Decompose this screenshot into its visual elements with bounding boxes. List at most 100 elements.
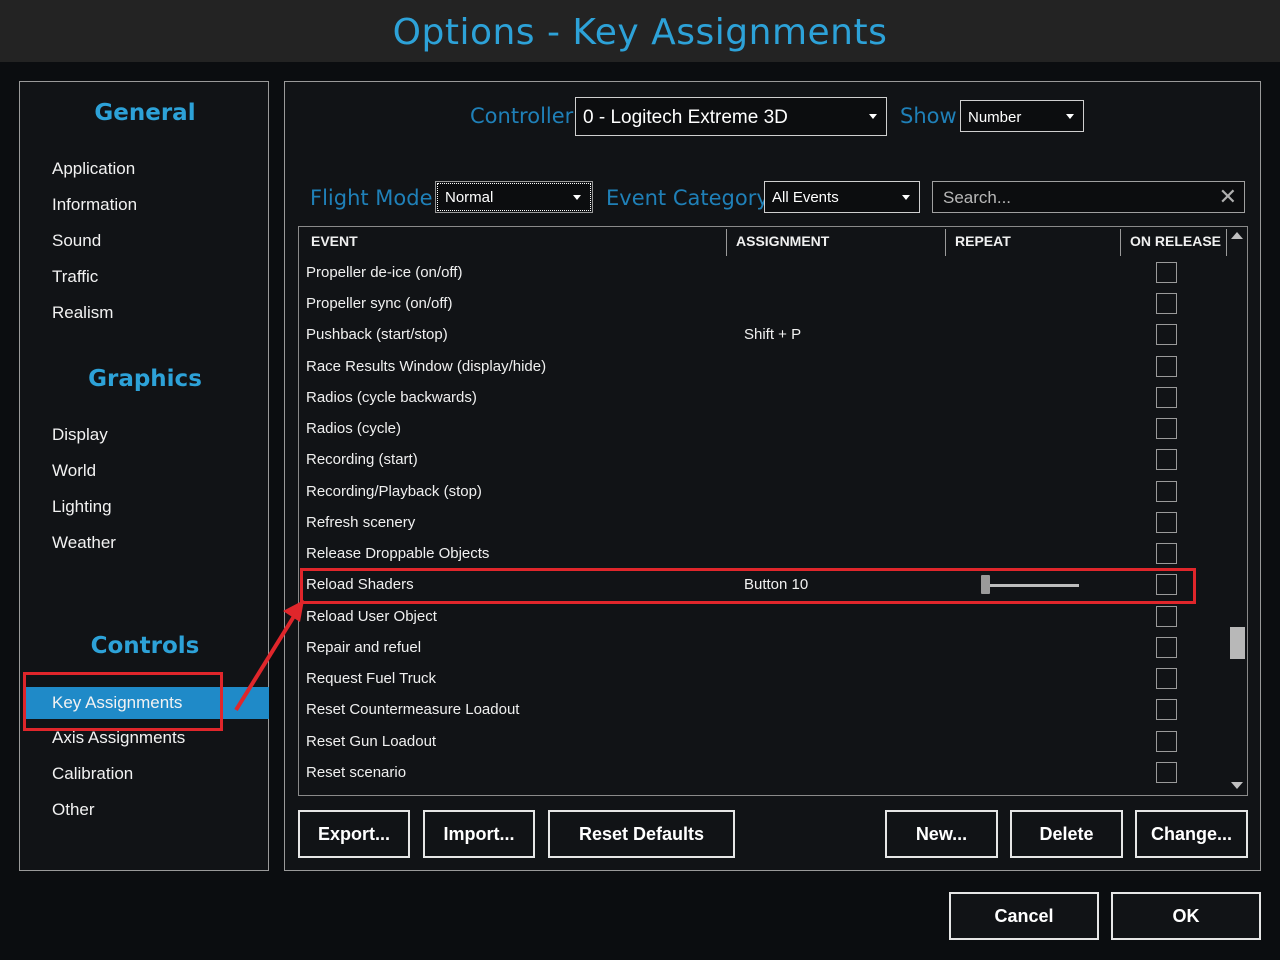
on-release-checkbox[interactable]	[1156, 293, 1177, 314]
on-release-checkbox[interactable]	[1156, 449, 1177, 470]
chevron-down-icon	[869, 114, 877, 119]
scroll-down-icon[interactable]	[1231, 782, 1243, 789]
event-name: Recording (start)	[306, 451, 418, 468]
scrollbar-thumb[interactable]	[1230, 627, 1245, 659]
column-header-repeat[interactable]: REPEAT	[955, 227, 1011, 256]
table-row[interactable]: Request Fuel Truck	[299, 664, 1229, 695]
nav-item-lighting[interactable]: Lighting	[52, 492, 112, 522]
nav-item-information[interactable]: Information	[52, 190, 137, 220]
column-divider[interactable]	[1120, 229, 1121, 256]
nav-item-other[interactable]: Other	[52, 795, 95, 825]
table-row[interactable]: Recording (start)	[299, 445, 1229, 476]
table-row[interactable]: Reload User Object	[299, 602, 1229, 633]
table-row[interactable]: Pushback (start/stop) Shift + P	[299, 320, 1229, 351]
close-icon[interactable]: ✕	[1219, 184, 1237, 210]
flight-mode-select[interactable]: Normal	[435, 181, 593, 213]
table-row[interactable]: Radios (cycle backwards)	[299, 383, 1229, 414]
show-value: Number	[968, 109, 1022, 126]
on-release-checkbox[interactable]	[1156, 324, 1177, 345]
event-name: Reload User Object	[306, 608, 437, 625]
new-button[interactable]: New...	[885, 810, 998, 858]
delete-button[interactable]: Delete	[1010, 810, 1123, 858]
table-row[interactable]: Recording/Playback (stop)	[299, 477, 1229, 508]
show-label: Show	[900, 104, 957, 128]
table-row[interactable]: Repair and refuel	[299, 633, 1229, 664]
event-name: Pushback (start/stop)	[306, 326, 448, 343]
controller-value: 0 - Logitech Extreme 3D	[583, 107, 788, 128]
title-bar: Options - Key Assignments	[0, 0, 1280, 62]
table-row[interactable]: Reset Gun Loadout	[299, 727, 1229, 758]
event-name: Refresh scenery	[306, 514, 416, 531]
cancel-button[interactable]: Cancel	[949, 892, 1099, 940]
nav-item-display[interactable]: Display	[52, 420, 108, 450]
event-name: Propeller sync (on/off)	[306, 295, 453, 312]
event-category-select[interactable]: All Events	[764, 181, 920, 213]
on-release-checkbox[interactable]	[1156, 356, 1177, 377]
nav-item-sound[interactable]: Sound	[52, 226, 101, 256]
on-release-checkbox[interactable]	[1156, 262, 1177, 283]
nav-item-realism[interactable]: Realism	[52, 298, 113, 328]
nav-item-application[interactable]: Application	[52, 154, 135, 184]
export-button[interactable]: Export...	[298, 810, 410, 858]
on-release-checkbox[interactable]	[1156, 731, 1177, 752]
nav-item-traffic[interactable]: Traffic	[52, 262, 98, 292]
nav-item-world[interactable]: World	[52, 456, 96, 486]
table-row[interactable]: Release Droppable Objects	[299, 539, 1229, 570]
chevron-down-icon	[573, 195, 581, 200]
on-release-checkbox[interactable]	[1156, 512, 1177, 533]
event-name: Release Droppable Objects	[306, 545, 490, 562]
nav-item-weather[interactable]: Weather	[52, 528, 116, 558]
table-row[interactable]: Race Results Window (display/hide)	[299, 352, 1229, 383]
event-category-label: Event Category	[606, 186, 769, 210]
controller-select[interactable]: 0 - Logitech Extreme 3D	[575, 97, 887, 136]
on-release-checkbox[interactable]	[1156, 543, 1177, 564]
section-controls: Controls	[90, 633, 200, 659]
event-name: Radios (cycle)	[306, 420, 402, 437]
ok-button[interactable]: OK	[1111, 892, 1261, 940]
column-divider[interactable]	[945, 229, 946, 256]
table-row[interactable]: Reset scenario	[299, 758, 1229, 789]
event-name: Recording/Playback (stop)	[306, 483, 482, 500]
on-release-checkbox[interactable]	[1156, 668, 1177, 689]
column-header-on-release[interactable]: ON RELEASE	[1130, 227, 1221, 256]
on-release-checkbox[interactable]	[1156, 637, 1177, 658]
event-category-value: All Events	[772, 189, 839, 206]
import-button[interactable]: Import...	[423, 810, 535, 858]
chevron-down-icon	[1066, 114, 1074, 119]
table-row[interactable]: Propeller de-ice (on/off)	[299, 258, 1229, 289]
section-graphics: Graphics	[88, 366, 202, 392]
event-name: Race Results Window (display/hide)	[306, 358, 547, 375]
annotation-box-key-assignments	[23, 672, 223, 731]
flight-mode-value: Normal	[445, 189, 494, 206]
scroll-up-icon[interactable]	[1231, 232, 1243, 239]
column-header-assignment[interactable]: ASSIGNMENT	[736, 227, 829, 256]
column-divider[interactable]	[1226, 229, 1227, 256]
reset-defaults-button[interactable]: Reset Defaults	[548, 810, 735, 858]
on-release-checkbox[interactable]	[1156, 699, 1177, 720]
show-select[interactable]: Number	[960, 100, 1084, 132]
controller-label: Controller	[470, 104, 574, 128]
table-row[interactable]: Radios (cycle)	[299, 414, 1229, 445]
event-name: Repair and refuel	[306, 639, 422, 656]
table-row[interactable]: Propeller sync (on/off)	[299, 289, 1229, 320]
on-release-checkbox[interactable]	[1156, 387, 1177, 408]
on-release-checkbox[interactable]	[1156, 418, 1177, 439]
table-row[interactable]: Reset Countermeasure Loadout	[299, 695, 1229, 726]
flight-mode-label: Flight Mode	[310, 186, 433, 210]
on-release-checkbox[interactable]	[1156, 481, 1177, 502]
event-name: Radios (cycle backwards)	[306, 389, 477, 406]
change-button[interactable]: Change...	[1135, 810, 1248, 858]
on-release-checkbox[interactable]	[1156, 606, 1177, 627]
window-title: Options - Key Assignments	[392, 12, 888, 53]
column-divider[interactable]	[726, 229, 727, 256]
table-row[interactable]: Refresh scenery	[299, 508, 1229, 539]
search-box[interactable]: ✕	[932, 181, 1245, 213]
search-input[interactable]	[941, 185, 1215, 211]
nav-item-calibration[interactable]: Calibration	[52, 759, 133, 789]
on-release-checkbox[interactable]	[1156, 762, 1177, 783]
assignment-value: Shift + P	[744, 326, 802, 343]
event-name: Request Fuel Truck	[306, 670, 437, 687]
key-assignments-table: EVENT ASSIGNMENT REPEAT ON RELEASE Prope…	[298, 226, 1248, 796]
event-name: Propeller de-ice (on/off)	[306, 264, 463, 281]
column-header-event[interactable]: EVENT	[311, 227, 358, 256]
